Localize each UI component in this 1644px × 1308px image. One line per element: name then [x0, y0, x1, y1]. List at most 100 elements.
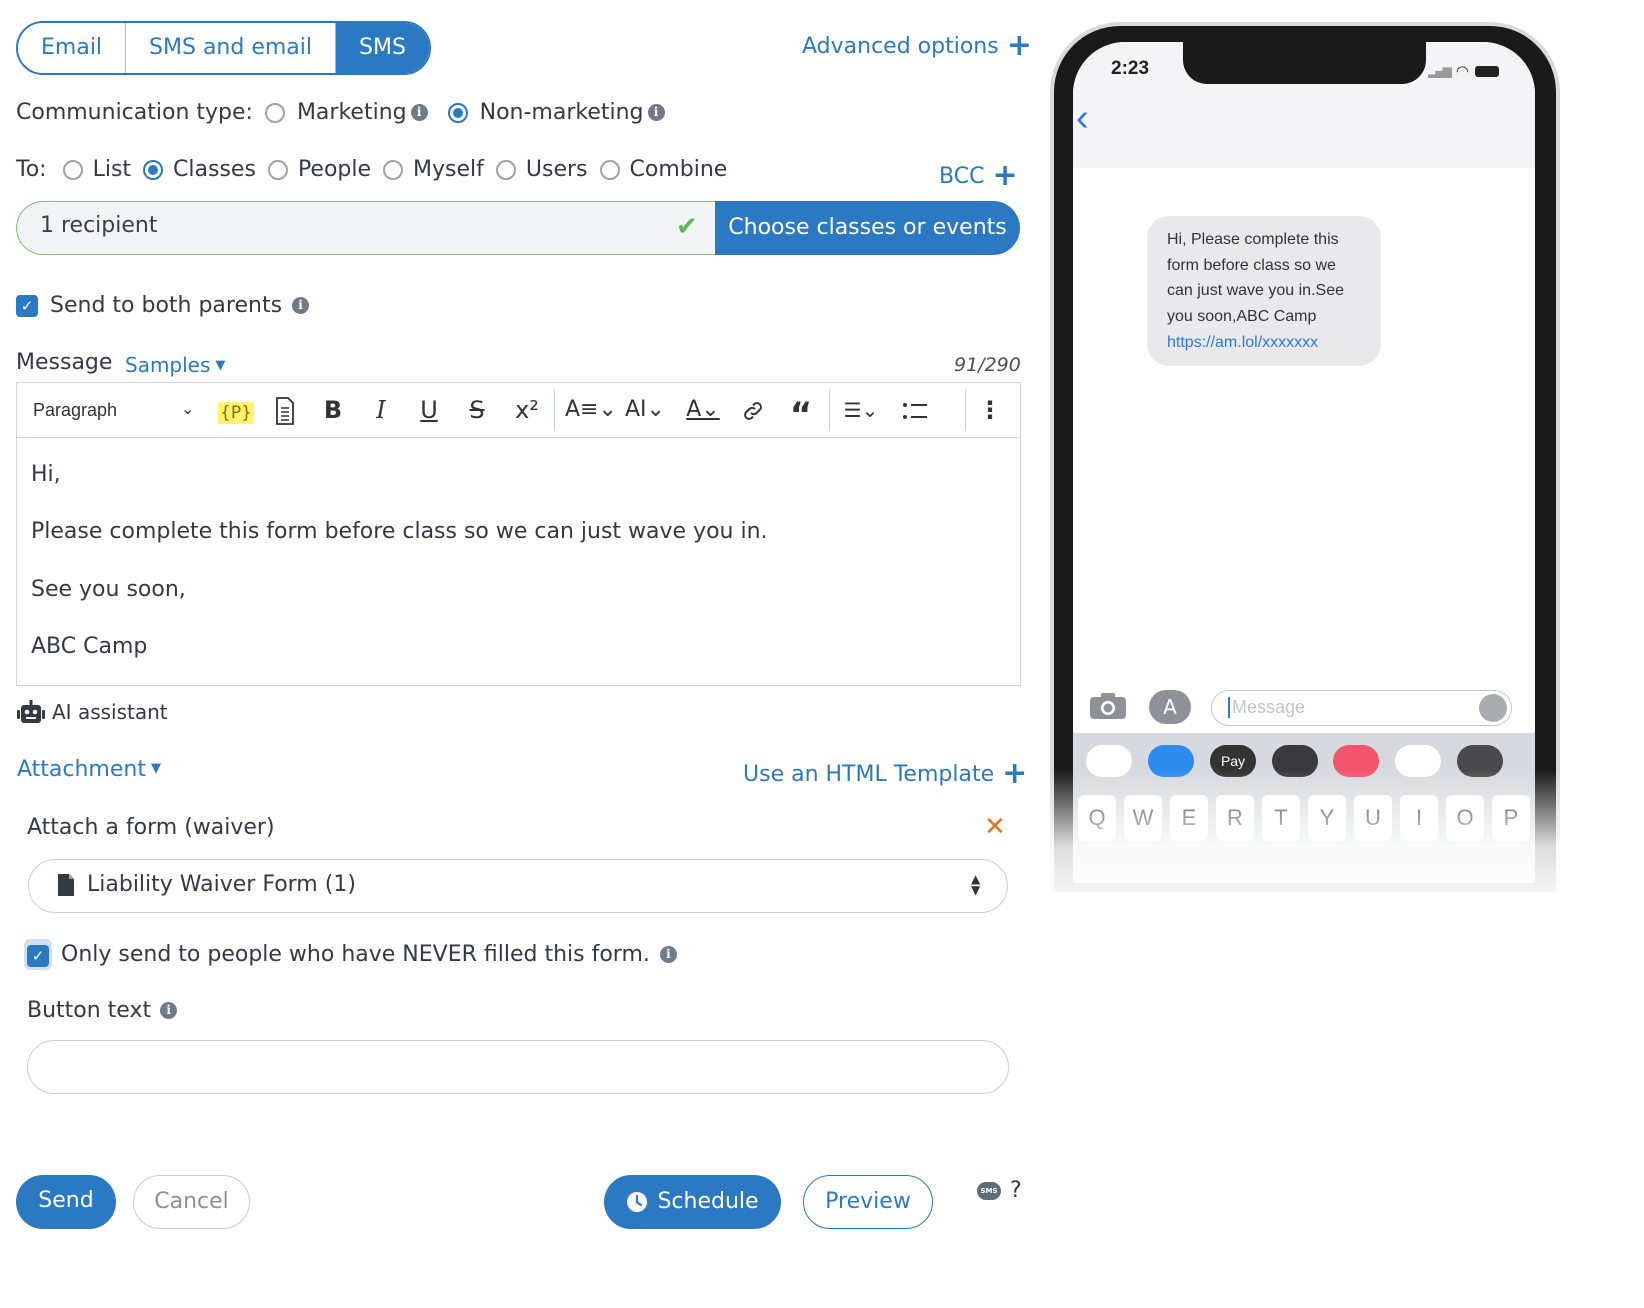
to-row: To: List Classes People Myself Users Com… — [16, 157, 739, 182]
italic-icon[interactable]: I — [363, 383, 399, 437]
more-options-icon[interactable]: ⋮ — [975, 383, 1005, 437]
info-icon[interactable]: i — [160, 1002, 178, 1019]
message-label: Message — [16, 350, 113, 375]
font-format-icon[interactable]: A≡⌄ — [565, 383, 617, 437]
ai-assistant-button[interactable]: AI assistant — [16, 699, 168, 725]
font-size-icon[interactable]: AI⌄ — [621, 383, 669, 437]
send-both-parents-label: Send to both parents — [50, 293, 283, 318]
microphone-icon — [1479, 694, 1507, 722]
bold-icon[interactable]: B — [315, 383, 351, 437]
signal-icon: ▂▄▆ — [1428, 64, 1452, 78]
close-icon[interactable]: ✕ — [984, 812, 1006, 842]
cancel-button[interactable]: Cancel — [133, 1175, 250, 1229]
back-chevron-icon[interactable]: ‹ — [1076, 97, 1089, 140]
info-icon[interactable]: i — [410, 104, 428, 121]
button-text-input[interactable] — [27, 1040, 1009, 1094]
plus-icon: + — [992, 158, 1018, 193]
app-store-icon[interactable]: A — [1149, 690, 1191, 724]
preview-button[interactable]: Preview — [803, 1175, 933, 1229]
bubble-line: form before class so we — [1167, 256, 1336, 274]
to-option-list: List — [92, 157, 132, 182]
caret-down-icon: ▼ — [150, 761, 161, 776]
font-color-icon[interactable]: A⌄ — [681, 383, 725, 437]
bullet-list-icon[interactable] — [897, 383, 933, 437]
only-never-row: ✓ Only send to people who have NEVER fil… — [24, 939, 677, 970]
bcc-label: BCC — [939, 164, 985, 189]
samples-label: Samples — [125, 353, 211, 377]
strikethrough-icon[interactable]: S — [459, 383, 495, 437]
radio-users[interactable] — [495, 159, 516, 180]
form-select-value: Liability Waiver Form (1) — [57, 872, 356, 897]
quote-icon[interactable]: “ — [783, 383, 819, 437]
radio-people[interactable] — [267, 159, 288, 180]
selected-form: Liability Waiver Form (1) — [87, 872, 356, 897]
send-both-parents-checkbox[interactable]: ✓ — [16, 294, 38, 317]
advanced-options-label: Advanced options — [802, 34, 999, 59]
attachment-dropdown[interactable]: Attachment ▼ — [17, 757, 161, 782]
choose-classes-button[interactable]: Choose classes or events — [715, 201, 1020, 255]
battery-icon — [1474, 65, 1499, 77]
radio-marketing[interactable] — [264, 102, 285, 123]
attach-form-label: Attach a form (waiver) — [27, 815, 275, 840]
recipient-count: 1 recipient — [40, 213, 158, 238]
phone-notch — [1183, 42, 1426, 84]
caret-down-icon: ▼ — [215, 358, 226, 373]
bcc-link[interactable]: BCC + — [939, 158, 1018, 193]
phone-input-placeholder: Message — [1228, 697, 1305, 718]
radio-non-marketing[interactable] — [447, 102, 468, 123]
advanced-options-link[interactable]: Advanced options + — [802, 28, 1032, 63]
placeholder-button[interactable]: {P} — [217, 383, 255, 437]
message-line[interactable]: Please complete this form before class s… — [31, 519, 768, 544]
document-icon[interactable] — [267, 383, 303, 437]
schedule-button[interactable]: Schedule — [604, 1175, 781, 1229]
html-template-link[interactable]: Use an HTML Template + — [743, 756, 1027, 791]
placeholder-token: {P} — [218, 402, 254, 424]
message-bubble: Hi, Please complete this form before cla… — [1147, 216, 1381, 366]
only-never-checkbox[interactable]: ✓ — [27, 945, 49, 967]
channel-tabs: Email SMS and email SMS — [16, 21, 431, 75]
sms-chat-icon: SMS — [977, 1181, 1001, 1200]
radio-list[interactable] — [62, 159, 83, 180]
paragraph-select[interactable]: Paragraph ⌄ — [33, 383, 203, 437]
file-icon — [58, 873, 74, 896]
sort-icon: ▲ ▼ — [971, 872, 981, 897]
button-text-row: Button text i — [27, 998, 178, 1023]
info-icon[interactable]: i — [647, 104, 665, 121]
message-line[interactable]: ABC Camp — [31, 634, 147, 659]
info-icon[interactable]: i — [292, 297, 310, 314]
radio-combine[interactable] — [599, 159, 620, 180]
apple-pay-label: Pay — [1220, 753, 1246, 769]
radio-myself[interactable] — [383, 159, 404, 180]
tab-sms[interactable]: SMS — [335, 23, 429, 73]
button-text-label: Button text — [27, 998, 152, 1023]
superscript-icon[interactable]: x² — [507, 383, 547, 437]
plus-icon: + — [1006, 28, 1032, 63]
sms-help[interactable]: SMS ? — [977, 1178, 1022, 1203]
robot-icon — [17, 700, 45, 723]
editor-toolbar: Paragraph ⌄ {P} B I U S x² A≡⌄ AI⌄ A⌄ “ … — [17, 383, 1019, 438]
bubble-link[interactable]: https://am.lol/xxxxxxx — [1167, 330, 1361, 356]
samples-dropdown[interactable]: Samples ▼ — [125, 353, 225, 377]
html-template-label: Use an HTML Template — [743, 762, 995, 787]
tab-email[interactable]: Email — [18, 23, 126, 73]
camera-icon[interactable] — [1089, 692, 1127, 727]
info-icon[interactable]: i — [659, 946, 677, 963]
send-both-parents-row: ✓ Send to both parents i — [16, 293, 310, 318]
phone-time: 2:23 — [1111, 58, 1150, 79]
align-icon[interactable]: ☰⌄ — [839, 383, 883, 437]
underline-icon[interactable]: U — [411, 383, 447, 437]
link-icon[interactable] — [735, 383, 771, 437]
send-button[interactable]: Send — [16, 1175, 116, 1229]
phone-message-input[interactable]: Message — [1211, 690, 1512, 726]
bubble-line: you soon,ABC Camp — [1167, 308, 1317, 326]
wifi-icon: ◠ — [1455, 62, 1469, 80]
communication-type-row: Communication type: Marketing i Non-mark… — [16, 100, 665, 125]
ai-assistant-label: AI assistant — [52, 700, 168, 724]
message-line[interactable]: Hi, — [31, 462, 61, 487]
tab-sms-and-email[interactable]: SMS and email — [125, 23, 336, 73]
radio-classes[interactable] — [143, 159, 164, 180]
to-option-combine: Combine — [629, 157, 728, 182]
message-line[interactable]: See you soon, — [31, 577, 186, 602]
clock-icon — [627, 1192, 648, 1212]
plus-icon: + — [1002, 756, 1028, 791]
